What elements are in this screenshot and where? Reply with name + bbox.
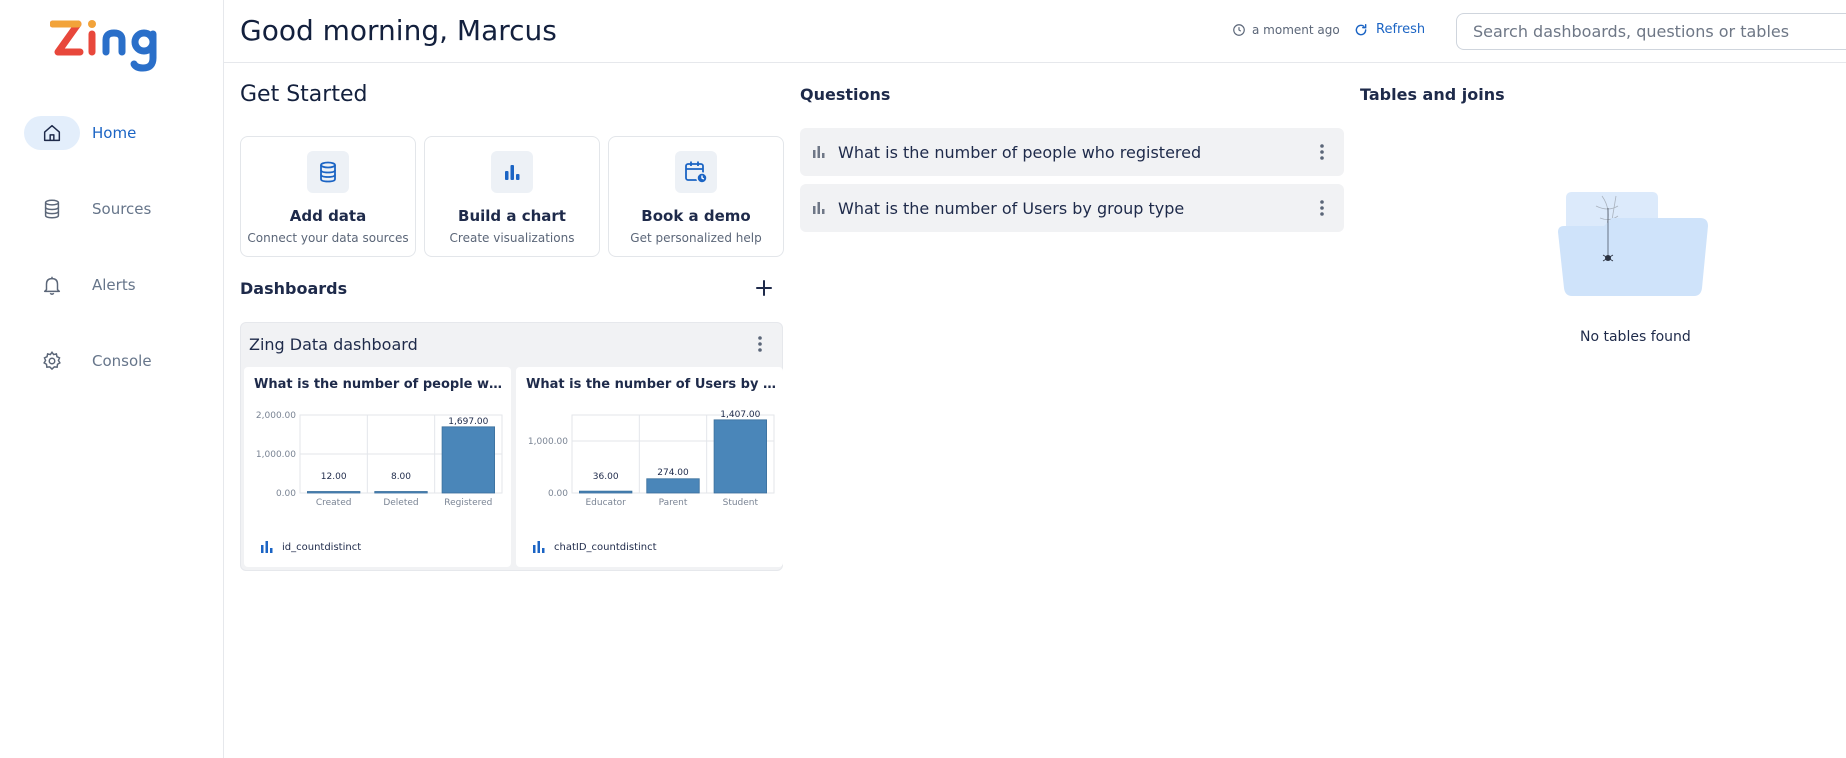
book-demo-card[interactable]: Book a demo Get personalized help [608, 136, 784, 257]
questions-title: Questions [800, 85, 891, 104]
last-updated: a moment ago [1232, 23, 1340, 37]
sidebar-item-alerts[interactable]: Alerts [24, 268, 214, 302]
gear-icon [24, 344, 80, 378]
data-label: 8.00 [391, 472, 411, 482]
search-input[interactable] [1457, 14, 1846, 49]
question-text: What is the number of people who registe… [838, 142, 1202, 162]
y-tick-label: 1,000.00 [528, 437, 568, 447]
legend-label: chatID_countdistinct [554, 541, 657, 553]
sidebar: Home Sources Alerts Console [0, 0, 224, 758]
bar [307, 491, 361, 494]
data-label: 274.00 [657, 468, 689, 478]
card-title: Add data [289, 207, 367, 225]
home-icon [24, 116, 80, 150]
bar-chart-icon [491, 151, 533, 193]
data-label: 1,697.00 [448, 417, 488, 427]
x-tick-label: Educator [586, 498, 627, 508]
dashboard-tiles: What is the number of people who r... 0.… [244, 367, 783, 567]
search-box [1456, 13, 1846, 50]
refresh-icon [1355, 23, 1367, 35]
x-tick-label: Created [316, 498, 352, 508]
question-item[interactable]: What is the number of people who registe… [800, 128, 1344, 176]
bar-chart: 0.00 1,000.00 36.00 Educator 274.00 Parent 1,4… [528, 410, 775, 508]
bell-icon [24, 268, 80, 302]
bar [646, 478, 700, 494]
y-tick-label: 1,000.00 [256, 450, 296, 460]
bar-chart-icon [261, 541, 273, 553]
dashboards-title: Dashboards [240, 279, 348, 298]
empty-folder-icon [1556, 188, 1712, 304]
sidebar-item-sources[interactable]: Sources [24, 192, 214, 226]
bar [579, 490, 633, 494]
dashboard-tile[interactable]: What is the number of people who r... 0.… [244, 367, 511, 567]
x-tick-label: Registered [444, 498, 492, 508]
calendar-clock-icon [675, 151, 717, 193]
sidebar-item-label: Alerts [92, 276, 136, 294]
question-item[interactable]: What is the number of Users by group typ… [800, 184, 1344, 232]
data-label: 12.00 [321, 472, 347, 482]
dashboard-card[interactable]: Zing Data dashboard What is the number o… [240, 322, 783, 571]
app-root: Home Sources Alerts Console Good morning… [0, 0, 1846, 758]
more-vertical-icon[interactable] [750, 334, 770, 354]
bar [713, 419, 767, 494]
sidebar-item-label: Home [92, 124, 137, 142]
refresh-label: Refresh [1376, 22, 1426, 37]
y-tick-label: 0.00 [548, 489, 568, 499]
empty-state-text: No tables found [1580, 329, 1691, 345]
x-tick-label: Deleted [383, 498, 418, 508]
y-tick-label: 2,000.00 [256, 411, 296, 421]
legend-label: id_countdistinct [282, 541, 362, 553]
dashboard-name: Zing Data dashboard [249, 334, 418, 354]
bar-chart-icon [533, 541, 545, 553]
questions-list: What is the number of people who registe… [800, 128, 1344, 240]
tile-title: What is the number of people who r... [254, 377, 504, 392]
page-title: Good morning, Marcus [240, 14, 557, 47]
build-chart-card[interactable]: Build a chart Create visualizations [424, 136, 600, 257]
more-vertical-icon[interactable] [1312, 198, 1332, 218]
sidebar-item-home[interactable]: Home [24, 116, 214, 150]
sidebar-item-label: Sources [92, 200, 152, 218]
add-data-card[interactable]: Add data Connect your data sources [240, 136, 416, 257]
top-header: Good morning, Marcus a moment ago Refres… [224, 0, 1846, 63]
zing-logo[interactable] [49, 18, 174, 74]
question-text: What is the number of Users by group typ… [838, 198, 1185, 218]
x-tick-label: Student [723, 498, 759, 508]
tile-legend: chatID_countdistinct [532, 540, 657, 554]
y-tick-label: 0.00 [276, 489, 296, 499]
data-label: 1,407.00 [720, 410, 760, 420]
card-subtitle: Get personalized help [630, 231, 762, 245]
card-title: Book a demo [641, 207, 751, 225]
tile-title: What is the number of Users by gro... [526, 377, 776, 392]
bar-chart-icon [813, 146, 825, 158]
last-updated-text: a moment ago [1252, 23, 1340, 37]
card-title: Build a chart [458, 207, 566, 225]
refresh-button[interactable]: Refresh [1354, 22, 1425, 37]
more-vertical-icon[interactable] [1312, 142, 1332, 162]
get-started-cards: Add data Connect your data sources Build… [240, 136, 784, 257]
bar [374, 491, 428, 494]
bar-chart-icon [813, 202, 825, 214]
bar-chart: 0.00 1,000.00 2,000.00 12.00 Created 8.00 Dele… [256, 411, 503, 508]
sidebar-nav: Home Sources Alerts Console [24, 116, 214, 420]
database-icon [24, 192, 80, 226]
sidebar-item-label: Console [92, 352, 152, 370]
get-started-title: Get Started [240, 82, 368, 107]
tile-legend: id_countdistinct [260, 540, 361, 554]
tables-title: Tables and joins [1360, 85, 1505, 104]
add-dashboard-button[interactable] [752, 276, 776, 300]
card-subtitle: Connect your data sources [247, 231, 409, 245]
bar [441, 426, 495, 494]
sidebar-item-console[interactable]: Console [24, 344, 214, 378]
plus-icon [756, 280, 772, 296]
card-subtitle: Create visualizations [449, 231, 575, 245]
database-icon [307, 151, 349, 193]
clock-icon [1233, 24, 1245, 36]
data-label: 36.00 [593, 472, 619, 482]
x-tick-label: Parent [659, 498, 688, 508]
dashboard-tile[interactable]: What is the number of Users by gro... 0.… [516, 367, 783, 567]
